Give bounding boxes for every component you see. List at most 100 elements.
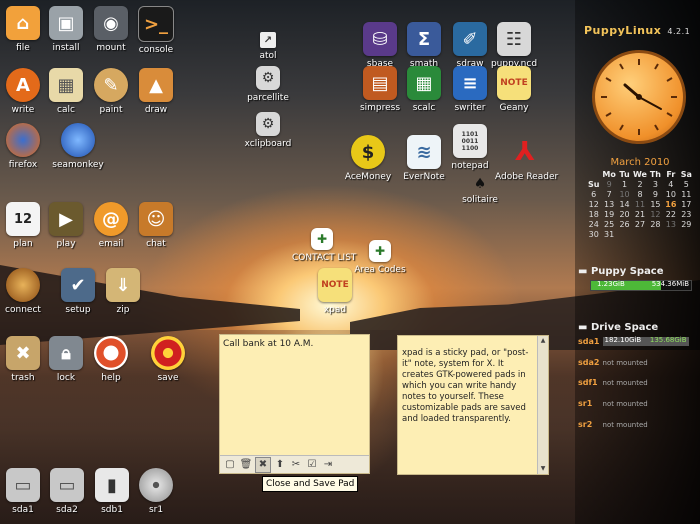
note-scrollbar[interactable]: ▲ ▼ [537,336,548,474]
desktop-icon-connect[interactable]: connect [0,268,53,315]
puppy-space-label: Puppy Space [590,266,664,277]
desktop-icon-help[interactable]: help [81,336,141,383]
desktop-icon-contact-list[interactable]: ✚ CONTACT LIST [292,228,356,263]
desktop-icon-puppy-ncd[interactable]: ☷ puppy.ncd [484,22,544,69]
help-note-text[interactable]: xpad is a sticky pad, or "post-it" note,… [402,348,530,425]
calendar-day[interactable]: 28 [648,220,663,229]
xpad-help-note-window[interactable]: xpad is a sticky pad, or "post-it" note,… [397,335,549,475]
network-icon: ☷ [497,22,531,56]
clock-face-icon [601,59,677,135]
calendar-day[interactable]: 4 [663,180,678,189]
drive-mount-icon: ◉ [94,6,128,40]
properties-icon[interactable]: ☑ [305,458,319,472]
calendar-weekday-header [586,170,601,179]
calendar-day[interactable]: 17 [679,200,694,209]
desktop-icon-acemoney[interactable]: $ AceMoney [338,135,398,182]
calendar-day[interactable]: 10 [663,190,678,199]
desktop-icon-xpad[interactable]: NOTE xpad [305,268,365,315]
exit-icon[interactable]: ⇥ [321,458,335,472]
calendar-day[interactable] [648,230,663,239]
drive-space-label: Drive Space [590,322,659,333]
calendar-day[interactable] [632,230,647,239]
gear-icon: ⚙ [256,112,280,136]
desktop-icon-geany[interactable]: NOTE Geany [484,66,544,113]
drive-name: sda2 [578,358,600,367]
drive-space-title: ▬ Drive Space [578,322,659,333]
desktop-icon-label: EverNote [403,172,445,182]
calendar-day[interactable]: 24 [586,220,601,229]
calendar-day[interactable]: 20 [617,210,632,219]
desktop-icon-atol[interactable]: ↗ atol [238,32,298,61]
calendar-day[interactable]: 5 [679,180,694,189]
calendar-day[interactable]: 16 [663,200,678,209]
desktop-icon-label: help [101,373,121,383]
clear-icon[interactable]: ⬆ [273,458,287,472]
desktop-icon-draw[interactable]: ▲ draw [126,68,186,115]
calendar-day[interactable]: 22 [663,210,678,219]
xpad-note-window[interactable]: Call bank at 10 A.M. ▢ 🗑︎ ✖ ⬆ ✂ ☑ ⇥ [219,334,370,474]
calendar-day[interactable]: 26 [617,220,632,229]
calendar-weekday-header: Th [649,170,661,179]
calendar-day[interactable]: 8 [632,190,647,199]
connect-globe-icon [6,268,40,302]
desktop-icon-parcellite[interactable]: ⚙ parcellite [238,66,298,103]
calendar-day[interactable]: 19 [601,210,616,219]
desktop-icon-notepad[interactable]: 1101 0011 1100 notepad [440,124,500,171]
calendar-day[interactable] [663,230,678,239]
calendar-day[interactable]: 13 [601,200,616,209]
usb-drive-icon: ▮ [95,468,129,502]
close-save-icon[interactable]: ✖ [255,456,271,473]
drive-icon-sr1[interactable]: sr1 [126,468,186,515]
calendar-day[interactable]: 23 [679,210,694,219]
delete-note-icon[interactable]: 🗑︎ [239,458,253,472]
desktop-icon-zip[interactable]: ⇓ zip [93,268,153,315]
drive-usage-bar: 182.10GiB 135.68GiB [602,336,689,346]
firefox-icon [6,123,40,157]
drive-row-sda1: sda1 182.10GiB 135.68GiB [578,336,689,346]
calendar-day[interactable]: 27 [632,220,647,229]
calendar-day[interactable]: 3 [648,180,663,189]
calendar-week-number: 10 [619,190,630,199]
geany-note-icon: NOTE [497,66,531,100]
analog-clock [592,50,686,144]
calendar-day[interactable]: 18 [586,210,601,219]
desktop-icon-adobe-reader[interactable]: ⅄ Adobe Reader [495,135,558,182]
desktop-icon-label: xclipboard [244,139,292,149]
calendar-day[interactable]: 9 [648,190,663,199]
desktop-icon-seamonkey[interactable]: seamonkey [48,123,108,170]
calendar-day[interactable]: 14 [617,200,632,209]
calendar-day[interactable]: 6 [586,190,601,199]
calendar-title: March 2010 [610,157,670,168]
scroll-up-icon[interactable]: ▲ [538,336,548,346]
note-text-area[interactable]: Call bank at 10 A.M. [220,335,369,353]
calendar-day[interactable]: 1 [617,180,632,189]
desktop-icon-solitaire[interactable]: ♠ solitaire [450,176,510,205]
desktop-icon-label: notepad [451,161,489,171]
calendar-day[interactable]: 2 [632,180,647,189]
calendar-day[interactable] [617,230,632,239]
calendar-day[interactable]: 7 [601,190,616,199]
calendar-day[interactable]: 30 [586,230,601,239]
calendar-day[interactable]: 12 [586,200,601,209]
calendar-weekday-header: We [633,170,647,179]
drive-name: sdf1 [578,378,598,387]
desktop-icon-save[interactable]: save [138,336,198,383]
scroll-down-icon[interactable]: ▼ [538,464,548,474]
drive-row-sr1: sr1 not mounted [578,399,648,408]
desktop-icon-xclipboard[interactable]: ⚙ xclipboard [238,112,298,149]
calendar-day[interactable]: 25 [601,220,616,229]
drive-free: 135.68GiB [649,336,687,344]
desktop-icon-firefox[interactable]: firefox [0,123,53,170]
drive-status: not mounted [602,359,648,367]
calendar-day[interactable]: 29 [679,220,694,229]
drive-status: not mounted [602,379,648,387]
calendar-day[interactable]: 21 [632,210,647,219]
calendar-day[interactable]: 31 [601,230,616,239]
calendar-day[interactable]: 11 [679,190,694,199]
calendar-day[interactable]: 15 [648,200,663,209]
desktop-icon-console[interactable]: >_ console [126,6,186,55]
desktop-icon-label: save [157,373,179,383]
new-note-icon[interactable]: ▢ [223,458,237,472]
desktop-icon-chat[interactable]: ☺ chat [126,202,186,249]
preferences-icon[interactable]: ✂ [289,458,303,472]
